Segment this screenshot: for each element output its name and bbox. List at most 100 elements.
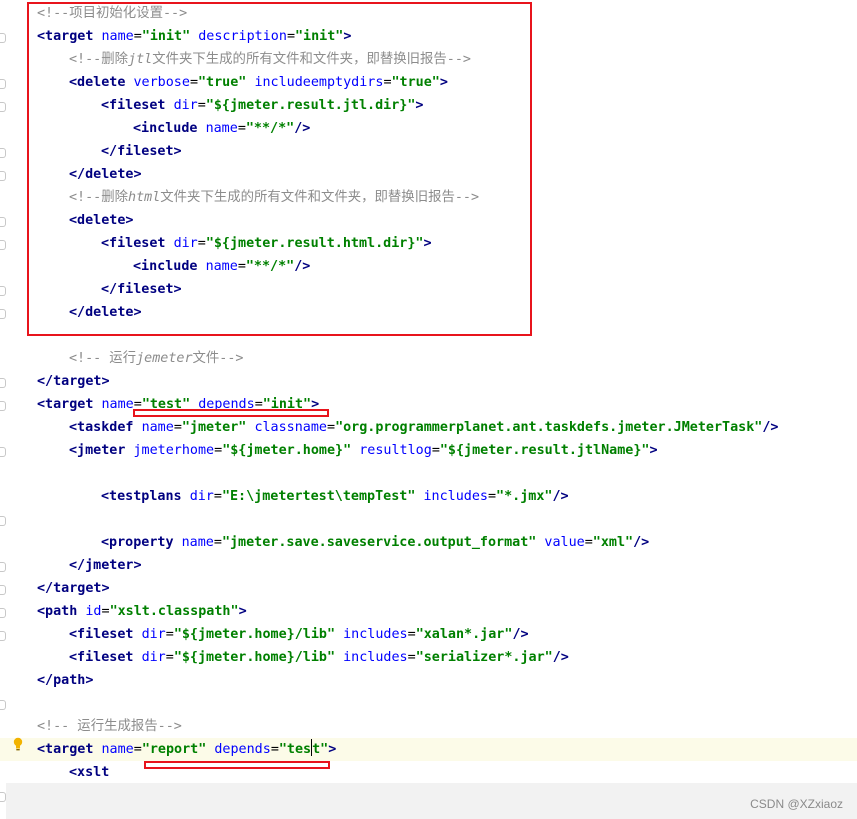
xml-attribute-value: "xml": [592, 535, 634, 550]
code-line[interactable]: <testplans dir="E:\jmetertest\tempTest" …: [0, 485, 857, 508]
xml-tag: <fileset: [69, 627, 134, 642]
xml-equals: =: [165, 627, 174, 642]
xml-attribute-name: includes: [343, 650, 408, 665]
code-line[interactable]: <property name="jmeter.save.saveservice.…: [0, 531, 857, 554]
fold-marker-icon[interactable]: [0, 401, 6, 411]
code-line[interactable]: <fileset dir="${jmeter.home}/lib" includ…: [0, 623, 857, 646]
code-line-content: <testplans dir="E:\jmetertest\tempTest" …: [101, 485, 569, 508]
xml-attribute-name: name: [181, 535, 214, 550]
code-line-content: </target>: [37, 577, 110, 600]
code-line-content: <!-- 运行生成报告-->: [37, 715, 182, 738]
xml-attribute-name: dir: [189, 489, 214, 504]
code-line[interactable]: [0, 508, 857, 531]
watermark: CSDN @XZxiaoz: [750, 797, 843, 811]
xml-equals: =: [213, 489, 222, 504]
code-line-content: <!-- 运行jemeter文件-->: [69, 347, 244, 370]
code-line[interactable]: <path id="xslt.classpath">: [0, 600, 857, 623]
code-line[interactable]: </jmeter>: [0, 554, 857, 577]
xml-tag: />: [762, 420, 779, 435]
xml-attribute-name: name: [101, 397, 134, 412]
xml-tag: >: [238, 604, 247, 619]
code-line[interactable]: <taskdef name="jmeter" classname="org.pr…: [0, 416, 857, 439]
fold-marker-icon[interactable]: [0, 33, 6, 43]
xml-tag: />: [552, 650, 569, 665]
xml-tag: <target: [37, 397, 94, 412]
xml-attribute-value: "${jmeter.home}/lib": [173, 627, 336, 642]
xml-attribute-name: resultlog: [359, 443, 432, 458]
xml-tag: <xslt: [69, 765, 110, 780]
code-line[interactable]: <target name="report" depends="test">: [0, 738, 857, 761]
code-line[interactable]: </target>: [0, 370, 857, 393]
xml-attribute-name: jmeterhome: [133, 443, 215, 458]
fold-marker-icon[interactable]: [0, 378, 6, 388]
code-line[interactable]: <target name="test" depends="init">: [0, 393, 857, 416]
code-line-content: <taskdef name="jmeter" classname="org.pr…: [69, 416, 778, 439]
xml-attribute-value: "serializer*.jar": [415, 650, 553, 665]
xml-attribute-name: dir: [141, 650, 166, 665]
xml-tag: >: [649, 443, 658, 458]
fold-marker-icon[interactable]: [0, 562, 6, 572]
fold-marker-icon[interactable]: [0, 700, 6, 710]
xml-attribute-value: "${jmeter.home}": [222, 443, 352, 458]
code-line[interactable]: [0, 462, 857, 485]
code-line[interactable]: <fileset dir="${jmeter.home}/lib" includ…: [0, 646, 857, 669]
xml-tag: />: [633, 535, 650, 550]
code-line[interactable]: </path>: [0, 669, 857, 692]
fold-marker-icon[interactable]: [0, 240, 6, 250]
xml-tag: </jmeter>: [69, 558, 142, 573]
fold-marker-icon[interactable]: [0, 286, 6, 296]
code-line[interactable]: [0, 692, 857, 715]
code-line[interactable]: <xslt: [0, 761, 857, 784]
xml-tag: </path>: [37, 673, 94, 688]
fold-marker-icon[interactable]: [0, 102, 6, 112]
xml-attribute-value: "xalan*.jar": [415, 627, 513, 642]
xml-tag: />: [552, 489, 569, 504]
xml-attribute-value: "${jmeter.result.jtlName}": [439, 443, 650, 458]
lightbulb-icon[interactable]: [13, 737, 23, 751]
xml-equals: =: [101, 604, 110, 619]
underline-test-depends: [133, 409, 329, 417]
code-line[interactable]: </target>: [0, 577, 857, 600]
xml-tag: <fileset: [69, 650, 134, 665]
xml-equals: =: [431, 443, 440, 458]
xml-tag: />: [512, 627, 529, 642]
xml-attribute-value: "*.jmx": [496, 489, 553, 504]
fold-marker-icon[interactable]: [0, 148, 6, 158]
xml-attribute-name: includes: [343, 627, 408, 642]
fold-marker-icon[interactable]: [0, 217, 6, 227]
code-line-content: <target name="report" depends="test">: [37, 738, 336, 761]
code-line[interactable]: <jmeter jmeterhome="${jmeter.home}" resu…: [0, 439, 857, 462]
fold-marker-icon[interactable]: [0, 447, 6, 457]
xml-equals: =: [584, 535, 593, 550]
xml-tag: <taskdef: [69, 420, 134, 435]
xml-attribute-value: "jmeter": [181, 420, 247, 435]
xml-equals: =: [213, 535, 222, 550]
xml-equals: =: [407, 627, 416, 642]
xml-attribute-value: t": [312, 742, 329, 757]
code-line-content: <path id="xslt.classpath">: [37, 600, 247, 623]
xml-equals: =: [270, 742, 279, 757]
xml-attribute-name: includes: [423, 489, 488, 504]
fold-marker-icon[interactable]: [0, 631, 6, 641]
xml-tag: >: [328, 742, 337, 757]
code-line[interactable]: <!-- 运行jemeter文件-->: [0, 347, 857, 370]
xml-attribute-name: value: [544, 535, 585, 550]
fold-marker-icon[interactable]: [0, 171, 6, 181]
xml-attribute-name: id: [85, 604, 102, 619]
xml-attribute-name: name: [141, 420, 174, 435]
fold-marker-icon[interactable]: [0, 309, 6, 319]
fold-marker-icon[interactable]: [0, 585, 6, 595]
fold-marker-icon[interactable]: [0, 516, 6, 526]
fold-marker-icon[interactable]: [0, 608, 6, 618]
xml-attribute-value: "E:\jmetertest\tempTest": [221, 489, 416, 504]
horizontal-scrollbar-track[interactable]: [6, 783, 857, 819]
code-line[interactable]: <!-- 运行生成报告-->: [0, 715, 857, 738]
xml-comment: <!-- 运行: [69, 351, 137, 366]
xml-equals: =: [133, 742, 142, 757]
fold-marker-icon[interactable]: [0, 79, 6, 89]
xml-comment-italic: jemeter: [136, 351, 193, 366]
